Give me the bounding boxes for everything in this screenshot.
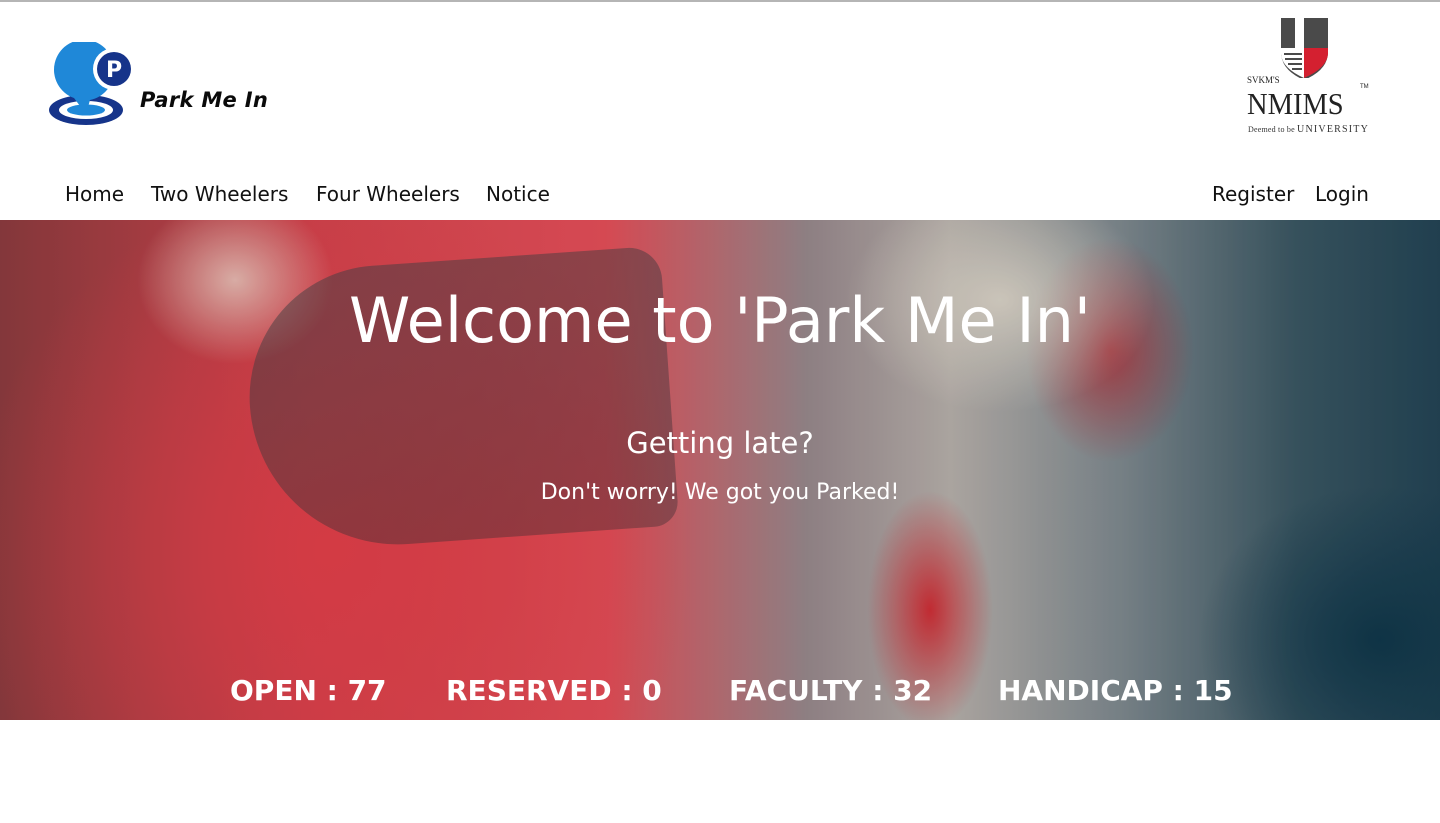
logo-text: Park Me In <box>140 88 269 112</box>
parking-stats: OPEN : 77 RESERVED : 0 FACULTY : 32 HAND… <box>0 674 1440 710</box>
nav-notice[interactable]: Notice <box>486 182 550 206</box>
nmims-logo[interactable]: SVKM'S NMIMS TM Deemed to be UNIVERSITY <box>1238 14 1370 138</box>
nav-home[interactable]: Home <box>65 182 124 206</box>
nmims-tagline-big: UNIVERSITY <box>1297 124 1370 135</box>
logo-letter: P <box>106 58 122 83</box>
university-crest-icon <box>1281 18 1328 78</box>
stat-reserved: RESERVED : 0 <box>446 674 662 707</box>
nmims-tagline-small: Deemed to be <box>1248 125 1295 134</box>
nav-four-wheelers[interactable]: Four Wheelers <box>316 182 460 206</box>
hero-banner: Welcome to 'Park Me In' Getting late? Do… <box>0 220 1440 720</box>
nav-login[interactable]: Login <box>1315 182 1369 206</box>
nmims-name: NMIMS <box>1247 86 1344 121</box>
parking-pin-icon: P <box>49 42 135 125</box>
hero-title: Welcome to 'Park Me In' <box>349 284 1091 357</box>
nav-two-wheelers[interactable]: Two Wheelers <box>151 182 288 206</box>
nav-register[interactable]: Register <box>1212 182 1294 206</box>
park-me-in-logo[interactable]: P Park Me In <box>48 42 288 130</box>
hero-tagline: Don't worry! We got you Parked! <box>540 480 900 505</box>
stat-open: OPEN : 77 <box>230 674 387 707</box>
stat-handicap: HANDICAP : 15 <box>998 674 1233 707</box>
main-nav: Home Two Wheelers Four Wheelers Notice R… <box>0 182 1440 212</box>
nmims-trademark: TM <box>1360 84 1369 90</box>
nmims-prefix: SVKM'S <box>1247 75 1280 85</box>
stat-faculty: FACULTY : 32 <box>729 674 933 707</box>
top-border <box>0 0 1440 2</box>
nmims-tagline: Deemed to be UNIVERSITY <box>1248 124 1369 135</box>
hero-subtitle: Getting late? <box>626 426 814 460</box>
